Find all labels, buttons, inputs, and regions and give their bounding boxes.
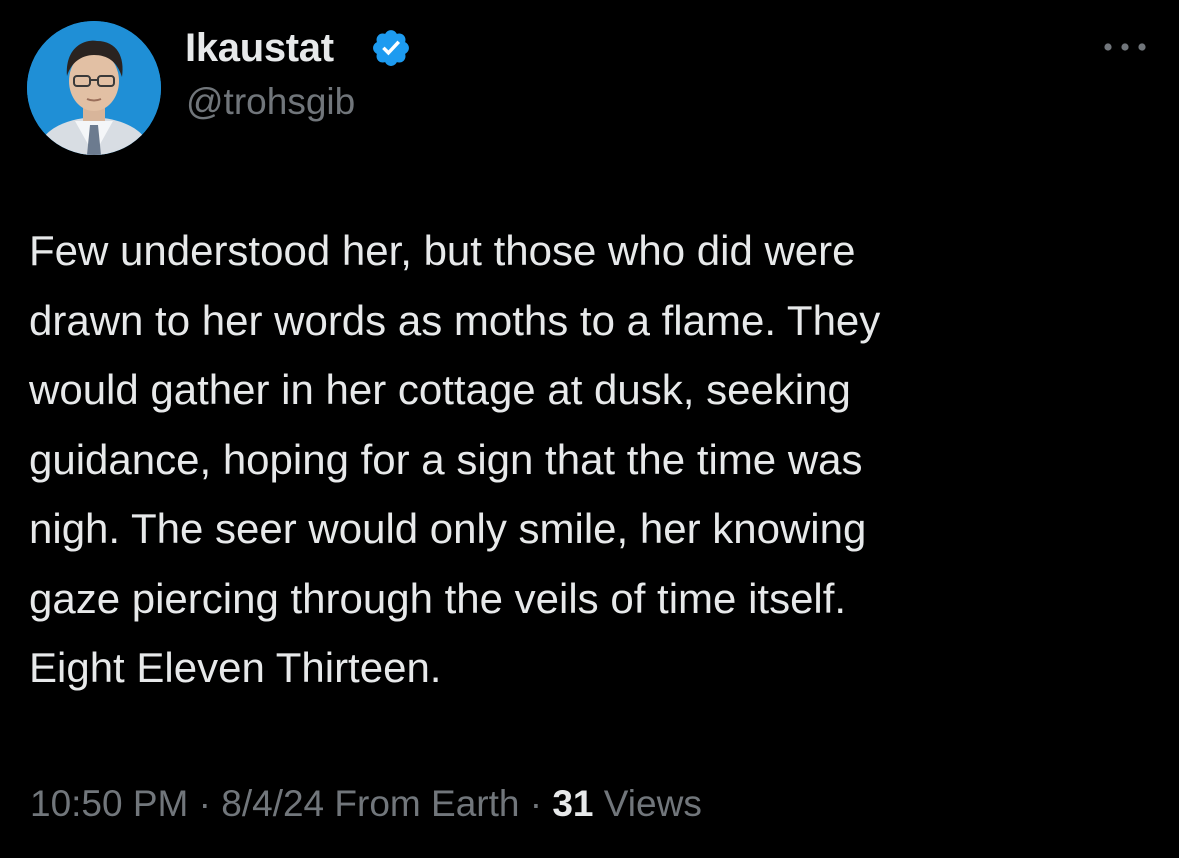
views-label[interactable]: Views [604, 783, 702, 824]
tweet-source: From Earth [334, 783, 520, 824]
tweet-time[interactable]: 10:50 PM [30, 783, 188, 824]
tweet-date[interactable]: 8/4/24 [221, 783, 324, 824]
author-handle[interactable]: @trohsgib [186, 80, 355, 124]
tweet-text: Few understood her, but those who did we… [29, 227, 881, 691]
views-count[interactable]: 31 [552, 783, 593, 824]
avatar-image [27, 21, 161, 155]
meta-separator: · [188, 783, 222, 824]
avatar[interactable] [27, 21, 161, 155]
verified-badge-icon [373, 30, 409, 66]
meta-separator: · [519, 783, 553, 824]
more-options-icon[interactable] [1098, 32, 1152, 62]
tweet: Ikaustat @trohsgib Few understood her, b… [0, 0, 1179, 858]
author-display-name[interactable]: Ikaustat [185, 24, 334, 72]
tweet-meta: 10:50 PM · 8/4/24 From Earth · 31 Views [30, 780, 702, 828]
